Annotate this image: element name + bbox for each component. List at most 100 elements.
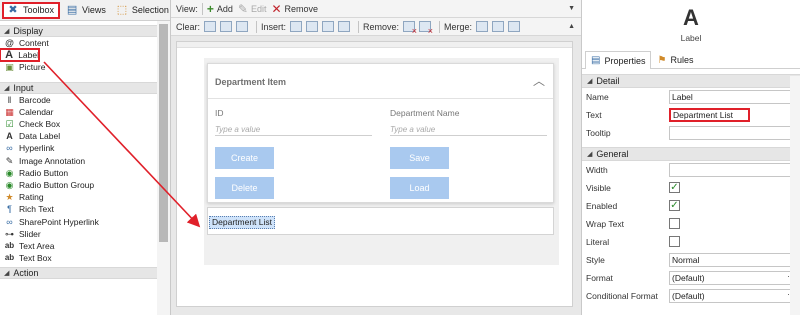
properties-panel: A Label ▤ Properties ⚑ Rules ◢ Detail Na…: [581, 0, 800, 315]
department-item-card[interactable]: Department Item ︿ ID Type a value Depart…: [207, 63, 554, 203]
selection-icon: ⬚: [116, 4, 128, 16]
section-input-label: Input: [13, 82, 34, 93]
toolbar-collapse-icon[interactable]: ▲: [568, 23, 575, 30]
design-canvas[interactable]: Department Item ︿ ID Type a value Depart…: [176, 41, 573, 307]
toolbox-item-sharepoint-hyperlink[interactable]: ∞ SharePoint Hyperlink: [0, 215, 170, 227]
department-name-input[interactable]: Type a value: [390, 122, 547, 136]
chevron-up-icon[interactable]: ︿: [533, 72, 545, 89]
control-type-name: Label: [680, 33, 702, 43]
toolbox-item-data-label[interactable]: A Data Label: [0, 130, 170, 142]
prop-cond-format-label: Conditional Format: [586, 291, 658, 301]
toolbox-item-label-control[interactable]: A Label: [0, 48, 40, 63]
toolbox-item-text-area[interactable]: ab Text Area: [0, 240, 170, 252]
toolbox-item-image-annotation[interactable]: ✎ Image Annotation: [0, 155, 170, 167]
prop-visible-label: Visible: [586, 183, 611, 193]
format-picker[interactable]: (Default) ···: [669, 271, 800, 285]
create-button[interactable]: Create: [215, 147, 274, 169]
format-value: (Default): [672, 273, 705, 283]
toolbox-item-calendar[interactable]: ▦ Calendar: [0, 106, 170, 118]
toolbox-item-radio-button[interactable]: ◉ Radio Button: [0, 167, 170, 179]
clear-row-icon[interactable]: [220, 21, 233, 32]
toolbox-item-hyperlink[interactable]: ∞ Hyperlink: [0, 142, 170, 154]
id-input[interactable]: Type a value: [215, 122, 372, 136]
section-detail[interactable]: ◢ Detail: [582, 74, 800, 88]
merge-down-icon[interactable]: [508, 21, 521, 32]
section-input[interactable]: ◢ Input: [0, 81, 158, 94]
label-cell[interactable]: Department List: [207, 207, 554, 235]
remove-row-icon[interactable]: [403, 21, 417, 36]
prop-name-input[interactable]: Label: [669, 90, 800, 104]
tab-properties[interactable]: ▤ Properties: [585, 51, 652, 69]
control-header: A Label: [582, 0, 800, 50]
toolbox-item-label: Text Area: [19, 240, 55, 251]
toolbox-item-picture[interactable]: ▣ Picture: [0, 61, 170, 73]
slider-icon: ⊶: [5, 228, 14, 239]
toolbox-item-label: Radio Button: [19, 167, 69, 178]
clear-cell-icon[interactable]: [204, 21, 217, 32]
toolbox-item-rating[interactable]: ★ Rating: [0, 191, 170, 203]
toolbox-item-content[interactable]: @ Content: [0, 37, 170, 49]
remove-button-label: Remove: [284, 3, 319, 14]
toolbox-scroll-thumb[interactable]: [159, 24, 168, 242]
toolbox-item-rich-text[interactable]: ¶ Rich Text: [0, 203, 170, 215]
tab-toolbox[interactable]: ✖ Toolbox: [2, 1, 61, 19]
clear-all-icon[interactable]: [236, 21, 249, 32]
toolbox-item-barcode[interactable]: ‖ Barcode: [0, 94, 170, 106]
rich-text-icon: ¶: [7, 204, 12, 215]
remove-view-button[interactable]: ✕ Remove: [271, 3, 318, 15]
toolbar-separator: [439, 20, 441, 33]
picture-icon: ▣: [5, 62, 14, 73]
toolbox-item-text-box[interactable]: ab Text Box: [0, 252, 170, 264]
merge-right-icon[interactable]: [492, 21, 505, 32]
rules-icon: ⚑: [657, 54, 667, 66]
toolbar-separator: [358, 20, 360, 33]
literal-checkbox[interactable]: [669, 236, 680, 247]
prop-text-input[interactable]: Department List: [669, 108, 750, 122]
section-general[interactable]: ◢ General: [582, 147, 800, 161]
checkbox-icon: ☑: [5, 119, 14, 130]
tab-rules[interactable]: ⚑ Rules: [651, 51, 699, 68]
enabled-checkbox[interactable]: ✓: [669, 200, 680, 211]
department-list-label[interactable]: Department List: [209, 216, 275, 229]
insert-row-below-icon[interactable]: [306, 21, 319, 32]
prop-row-text: Text Department List: [582, 106, 800, 124]
collapse-triangle-icon: ◢: [587, 78, 593, 85]
conditional-format-value: (Default): [672, 291, 705, 301]
collapse-triangle-icon: ◢: [587, 151, 593, 158]
insert-row-above-icon[interactable]: [290, 21, 303, 32]
prop-literal-label: Literal: [586, 237, 610, 247]
properties-scrollbar[interactable]: [790, 76, 800, 315]
tab-views[interactable]: ▤ Views: [63, 2, 110, 19]
insert-column-right-icon[interactable]: [338, 21, 351, 32]
style-select[interactable]: Normal ▼: [669, 253, 800, 267]
toolbox-item-checkbox[interactable]: ☑ Check Box: [0, 118, 170, 130]
prop-row-format: Format (Default) ···: [582, 269, 800, 287]
visible-checkbox[interactable]: ✓: [669, 182, 680, 193]
tab-selection[interactable]: ⬚ Selection: [113, 2, 173, 19]
delete-button[interactable]: Delete: [215, 177, 274, 199]
prop-tooltip-input[interactable]: [669, 126, 800, 140]
insert-column-left-icon[interactable]: [322, 21, 335, 32]
wrap-text-checkbox[interactable]: [669, 218, 680, 229]
section-action[interactable]: ◢ Action: [0, 267, 158, 280]
merge-left-icon[interactable]: [476, 21, 489, 32]
prop-width-label: Width: [586, 165, 608, 175]
toolbox-item-slider[interactable]: ⊶ Slider: [0, 228, 170, 240]
section-display[interactable]: ◢ Display: [0, 25, 158, 37]
toolbar-collapse-icon[interactable]: ▼: [568, 5, 575, 12]
form-area[interactable]: Department Item ︿ ID Type a value Depart…: [204, 58, 559, 265]
remove-column-icon[interactable]: [419, 21, 433, 36]
prop-width-input[interactable]: [669, 163, 800, 177]
add-button[interactable]: + Add: [207, 3, 233, 15]
edit-button[interactable]: ✎ Edit: [238, 3, 267, 15]
prop-text-label: Text: [586, 110, 602, 120]
load-button[interactable]: Load: [390, 177, 449, 199]
remove-label: Remove:: [363, 21, 400, 32]
save-button[interactable]: Save: [390, 147, 449, 169]
tab-properties-label: Properties: [604, 55, 646, 66]
layout-toolbar: Clear: Insert: Remove: Merge: ▲: [171, 18, 581, 36]
conditional-format-picker[interactable]: (Default) ···: [669, 289, 800, 303]
image-annotation-icon: ✎: [5, 155, 14, 166]
toolbox-item-radio-group[interactable]: ◉ Radio Button Group: [0, 179, 170, 191]
label-a-icon: A: [5, 49, 14, 62]
